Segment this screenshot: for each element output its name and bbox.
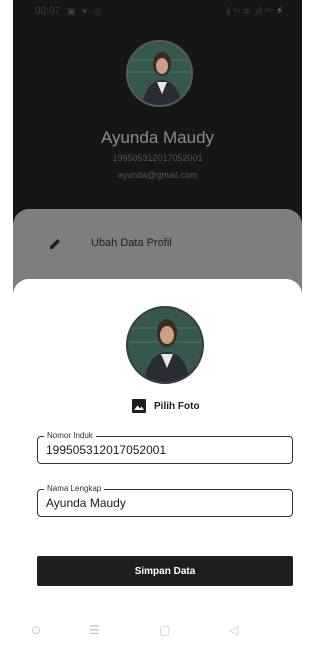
save-button[interactable]: Simpan Data <box>37 556 293 586</box>
messenger-icon: ◎ <box>93 6 104 16</box>
image-icon <box>132 399 146 413</box>
home-icon[interactable]: ▢ <box>159 623 170 637</box>
image-icon: ▣ <box>67 6 78 16</box>
profile-nomor-induk: 199505312017052001 <box>112 153 203 163</box>
phone-screen: 00:07 ▣ ♥ ◎ ∦ ⁵⁶ ≋ .ıll ⁹⁶ ⚡ Ayunda Maud… <box>13 0 302 648</box>
nama-lengkap-label: Nama Lengkap <box>44 483 105 495</box>
profile-email: ayunda@gmail.com <box>117 170 198 180</box>
pick-photo-label: Pilih Foto <box>154 400 200 412</box>
form-avatar <box>126 306 204 384</box>
twitter-icon: ♥ <box>82 6 90 16</box>
nomor-induk-field: Nomor Induk <box>37 430 293 464</box>
profile-avatar <box>126 40 193 107</box>
nama-lengkap-field: Nama Lengkap <box>37 483 293 517</box>
status-right: ∦ ⁵⁶ ≋ .ıll ⁹⁶ ⚡ <box>226 6 283 17</box>
pencil-icon <box>50 239 60 249</box>
menu-item-label: Ubah Data Profil <box>91 237 172 249</box>
pick-photo-button[interactable]: Pilih Foto <box>132 398 200 414</box>
back-icon[interactable]: ◁ <box>229 623 238 637</box>
status-time: 00:07 <box>35 6 61 17</box>
charging-bolt-icon: ⚡ <box>276 6 284 17</box>
nama-lengkap-input[interactable] <box>46 496 284 510</box>
nomor-induk-label: Nomor Induk <box>44 430 96 442</box>
profile-name: Ayunda Maudy <box>100 128 215 147</box>
status-bar: 00:07 ▣ ♥ ◎ ∦ ⁵⁶ ≋ .ıll ⁹⁶ ⚡ <box>13 0 302 24</box>
menu-item-edit-profile[interactable]: Ubah Data Profil <box>13 227 302 261</box>
notification-icons: ▣ ♥ ◎ <box>67 6 104 17</box>
assistant-icon[interactable]: ⊙ <box>31 623 41 637</box>
nomor-induk-input[interactable] <box>46 443 284 457</box>
menu-icon[interactable]: ☰ <box>89 623 100 637</box>
navigation-bar: ⊙ ☰ ▢ ◁ <box>13 621 302 645</box>
status-indicators: ∦ ⁵⁶ ≋ .ıll ⁹⁶ <box>226 6 273 16</box>
edit-profile-sheet: Pilih Foto Nomor Induk Nama Lengkap Simp… <box>13 279 302 648</box>
